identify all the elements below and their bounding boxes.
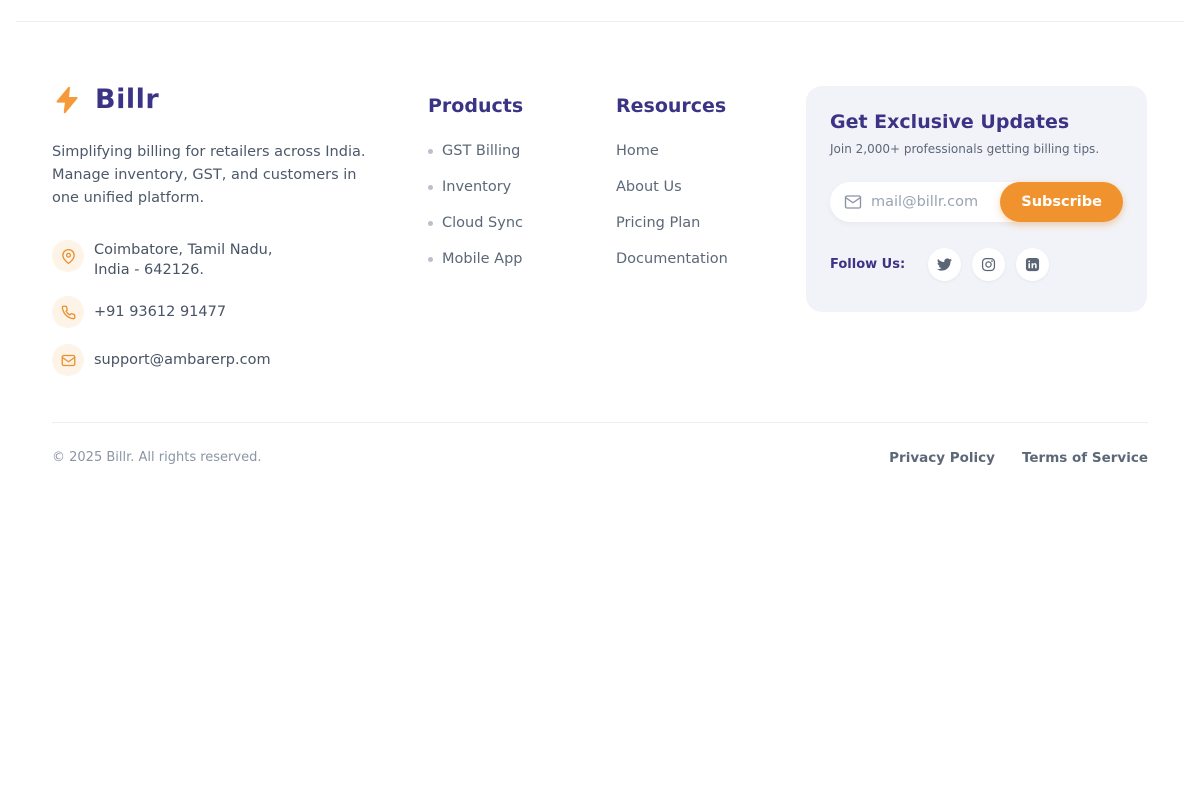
resources-heading: Resources [616,95,728,117]
products-link-label: Inventory [442,179,511,195]
bullet-icon [428,185,433,190]
products-link-label: GST Billing [442,143,520,159]
resources-list: Home About Us Pricing Plan Documentation [616,141,728,269]
resources-link-about-us[interactable]: About Us [616,177,728,197]
resources-link-label: About Us [616,179,682,195]
products-link-label: Cloud Sync [442,215,523,231]
bullet-icon [428,221,433,226]
phone-icon [52,296,84,328]
copyright-text: © 2025 Billr. All rights reserved. [52,450,261,465]
resources-link-label: Documentation [616,251,728,267]
linkedin-icon[interactable] [1016,248,1049,281]
resources-link-home[interactable]: Home [616,141,728,161]
privacy-policy-link[interactable]: Privacy Policy [889,450,995,466]
terms-of-service-link[interactable]: Terms of Service [1022,450,1148,466]
follow-us-label: Follow Us: [830,257,905,272]
top-divider [16,21,1184,22]
brand-description: Simplifying billing for retailers across… [52,141,392,210]
follow-row: Follow Us: [830,248,1123,281]
products-list: GST Billing Inventory Cloud Sync Mobile … [428,141,523,269]
newsletter-subtext: Join 2,000+ professionals getting billin… [830,142,1123,156]
bullet-icon [428,257,433,262]
newsletter-card: Get Exclusive Updates Join 2,000+ profes… [806,86,1147,312]
contact-address-text: Coimbatore, Tamil Nadu, India - 642126. [94,240,272,280]
resources-link-label: Home [616,143,659,159]
brand-name: Billr [95,84,159,115]
resources-column: Resources Home About Us Pricing Plan Doc… [616,95,728,285]
contact-list: Coimbatore, Tamil Nadu, India - 642126. … [52,240,392,376]
envelope-icon [844,193,862,211]
contact-email-text: support@ambarerp.com [94,344,271,376]
location-pin-icon [52,240,84,272]
contact-phone: +91 93612 91477 [52,296,392,328]
subscribe-form: Subscribe [830,182,1123,222]
twitter-icon[interactable] [928,248,961,281]
email-input[interactable] [871,194,993,210]
contact-phone-text: +91 93612 91477 [94,296,226,328]
contact-address: Coimbatore, Tamil Nadu, India - 642126. [52,240,392,280]
products-link-gst-billing[interactable]: GST Billing [428,141,523,161]
lightning-bolt-icon [52,85,82,115]
products-link-mobile-app[interactable]: Mobile App [428,249,523,269]
envelope-icon [52,344,84,376]
bullet-icon [428,149,433,154]
products-column: Products GST Billing Inventory Cloud Syn… [428,95,523,285]
newsletter-heading: Get Exclusive Updates [830,111,1123,133]
subscribe-button[interactable]: Subscribe [1000,182,1123,222]
products-link-label: Mobile App [442,251,523,267]
bottom-divider [52,422,1148,423]
products-heading: Products [428,95,523,117]
resources-link-label: Pricing Plan [616,215,700,231]
contact-email: support@ambarerp.com [52,344,392,376]
brand-column: Billr Simplifying billing for retailers … [52,84,392,392]
brand-logo: Billr [52,84,392,115]
resources-link-pricing-plan[interactable]: Pricing Plan [616,213,728,233]
instagram-icon[interactable] [972,248,1005,281]
products-link-cloud-sync[interactable]: Cloud Sync [428,213,523,233]
social-icons [928,248,1049,281]
products-link-inventory[interactable]: Inventory [428,177,523,197]
bottom-links: Privacy Policy Terms of Service [889,450,1148,466]
footer-page: Billr Simplifying billing for retailers … [0,0,1200,800]
resources-link-documentation[interactable]: Documentation [616,249,728,269]
